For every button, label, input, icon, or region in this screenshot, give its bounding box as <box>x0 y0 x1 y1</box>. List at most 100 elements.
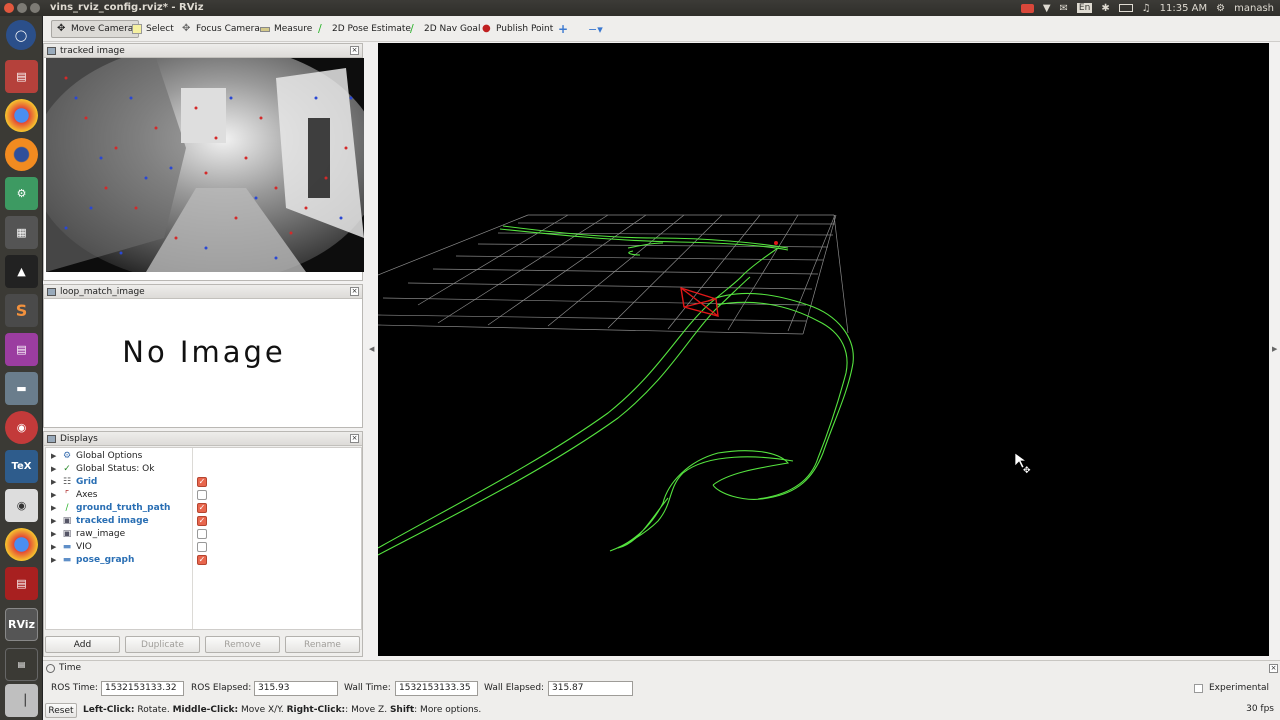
mouse-cursor-icon: ✥ <box>1014 452 1031 476</box>
pose-graph-checkbox[interactable]: ✓ <box>197 554 207 565</box>
folder-icon: ▬ <box>62 554 72 565</box>
close-panel-button[interactable]: × <box>350 46 359 55</box>
ubuntu-dash-icon[interactable]: ◯ <box>6 20 36 50</box>
firefox-icon[interactable] <box>5 138 38 171</box>
tree-item-global-options[interactable]: ▶ ⚙ Global Options <box>46 449 366 462</box>
ground-truth-path-checkbox[interactable]: ✓ <box>197 502 207 513</box>
rviz-icon[interactable]: RViz <box>5 608 38 641</box>
texstudio-icon[interactable]: TeX <box>5 450 38 483</box>
add-tool-button[interactable]: + <box>553 20 573 38</box>
loop-match-image-panel: loop_match_image × No Image <box>43 284 363 428</box>
expand-arrow-icon[interactable]: ▶ <box>51 465 56 473</box>
workspace-switcher-icon[interactable]: ▤ <box>5 648 38 681</box>
tree-item-axes[interactable]: ▶ ⌜ Axes <box>46 488 366 501</box>
3d-render-view[interactable]: ✥ <box>377 43 1269 656</box>
gazebo-icon[interactable]: ◉ <box>5 411 38 444</box>
experimental-checkbox[interactable] <box>1194 684 1203 693</box>
camera-indicator-icon[interactable] <box>1020 3 1034 13</box>
3d-scene[interactable]: ✥ <box>377 43 1269 656</box>
close-panel-button[interactable]: × <box>350 287 359 296</box>
clock[interactable]: 11:35 AM <box>1160 3 1207 14</box>
tool-select[interactable]: Select <box>127 20 179 38</box>
left-splitter-handle[interactable]: ◀ <box>369 345 374 353</box>
right-click-hint: Right-Click: <box>286 705 346 715</box>
tracked-image-checkbox[interactable]: ✓ <box>197 515 207 526</box>
keyboard-layout[interactable]: En <box>1076 3 1093 13</box>
tree-item-ground-truth-path[interactable]: ▶ ∕ ground_truth_path ✓ <box>46 501 366 514</box>
axes-checkbox[interactable] <box>197 489 207 500</box>
tree-item-grid[interactable]: ▶ ☷ Grid ✓ <box>46 475 366 488</box>
check-icon: ✓ <box>63 463 71 474</box>
sublime-text-icon[interactable]: S <box>5 294 38 327</box>
wifi-icon[interactable]: ▼ <box>1043 3 1051 14</box>
files-icon[interactable]: ▤ <box>5 60 38 93</box>
reset-button[interactable]: Reset <box>45 703 77 718</box>
window-manager-icon[interactable]: ▤ <box>5 333 38 366</box>
expand-arrow-icon[interactable]: ▶ <box>51 517 56 525</box>
inkscape-icon[interactable]: ▲ <box>5 255 38 288</box>
mail-icon[interactable]: ✉ <box>1060 3 1068 14</box>
expand-arrow-icon[interactable]: ▶ <box>51 478 56 486</box>
close-time-panel-button[interactable]: × <box>1269 663 1278 673</box>
chrome-second-icon[interactable] <box>5 528 38 561</box>
tool-2d-nav-goal[interactable]: ∕ 2D Nav Goal <box>405 20 485 38</box>
system-top-bar: vins_rviz_config.rviz* - RViz ▼ ✉ En ✱ ♫… <box>0 0 1280 16</box>
minimize-window-icon[interactable] <box>17 3 27 13</box>
ros-elapsed-label: ROS Elapsed: <box>191 683 252 693</box>
wall-time-field[interactable]: 1532153133.35 <box>395 681 478 696</box>
tool-publish-point[interactable]: ● Publish Point <box>477 20 558 38</box>
right-click-text: : Move Z. <box>345 705 390 715</box>
expand-arrow-icon[interactable]: ▶ <box>51 543 56 551</box>
tool-2d-pose-estimate[interactable]: ∕ 2D Pose Estimate <box>313 20 416 38</box>
svg-text:✥: ✥ <box>1023 466 1031 476</box>
screenshot-icon[interactable]: ◉ <box>5 489 38 522</box>
expand-arrow-icon[interactable]: ▶ <box>51 556 56 564</box>
remove-tool-menu-button[interactable]: −▾ <box>583 20 608 38</box>
chrome-icon[interactable] <box>5 99 38 132</box>
panel-title: tracked image <box>60 45 125 56</box>
wall-elapsed-field[interactable]: 315.87 <box>548 681 633 696</box>
ros-time-label: ROS Time: <box>51 683 98 693</box>
expand-arrow-icon[interactable]: ▶ <box>51 491 56 499</box>
expand-arrow-icon[interactable]: ▶ <box>51 452 56 460</box>
tool-label: Focus Camera <box>196 24 260 34</box>
ros-elapsed-field[interactable]: 315.93 <box>254 681 338 696</box>
expand-arrow-icon[interactable]: ▶ <box>51 504 56 512</box>
trajectory-path <box>377 225 854 556</box>
duplicate-display-button[interactable]: Duplicate <box>125 636 200 653</box>
focus-camera-icon: ✥ <box>182 23 191 34</box>
rename-display-button[interactable]: Rename <box>285 636 360 653</box>
image-icon: ▣ <box>62 515 72 526</box>
displays-icon <box>47 434 56 443</box>
remove-display-button[interactable]: Remove <box>205 636 280 653</box>
volume-icon[interactable]: ♫ <box>1142 3 1151 14</box>
vio-checkbox[interactable] <box>197 541 207 552</box>
tree-item-vio[interactable]: ▶ ▬ VIO <box>46 540 366 553</box>
tree-item-pose-graph[interactable]: ▶ ▬ pose_graph ✓ <box>46 553 366 566</box>
terminal-red-icon[interactable]: ▤ <box>5 567 38 600</box>
bluetooth-icon[interactable]: ✱ <box>1101 3 1109 14</box>
settings-gear-icon[interactable]: ⚙ <box>1216 3 1225 14</box>
user-name[interactable]: manash <box>1234 3 1274 14</box>
ros-time-field[interactable]: 1532153133.32 <box>101 681 184 696</box>
grid-checkbox[interactable]: ✓ <box>197 476 207 487</box>
close-panel-button[interactable]: × <box>350 434 359 443</box>
tree-item-global-status[interactable]: ▶ ✓ Global Status: Ok <box>46 462 366 475</box>
right-splitter-handle[interactable]: ▶ <box>1272 345 1277 353</box>
tree-item-tracked-image[interactable]: ▶ ▣ tracked image ✓ <box>46 514 366 527</box>
close-window-icon[interactable] <box>4 3 14 13</box>
calculator-icon[interactable]: ▦ <box>5 216 38 249</box>
battery-icon[interactable] <box>1118 4 1133 12</box>
tree-item-raw-image[interactable]: ▶ ▣ raw_image <box>46 527 366 540</box>
raw-image-checkbox[interactable] <box>197 528 207 539</box>
tool-measure[interactable]: Measure <box>255 20 317 38</box>
axes-icon: ⌜ <box>64 489 70 500</box>
tree-item-label: tracked image <box>76 515 149 526</box>
software-updater-icon[interactable]: ⚙ <box>5 177 38 210</box>
add-display-button[interactable]: Add <box>45 636 120 653</box>
expand-arrow-icon[interactable]: ▶ <box>51 530 56 538</box>
trash-icon[interactable]: ▕ <box>5 684 38 717</box>
tool-focus-camera[interactable]: ✥ Focus Camera <box>177 20 265 38</box>
maximize-window-icon[interactable] <box>30 3 40 13</box>
disk-utility-icon[interactable]: ▬ <box>5 372 38 405</box>
